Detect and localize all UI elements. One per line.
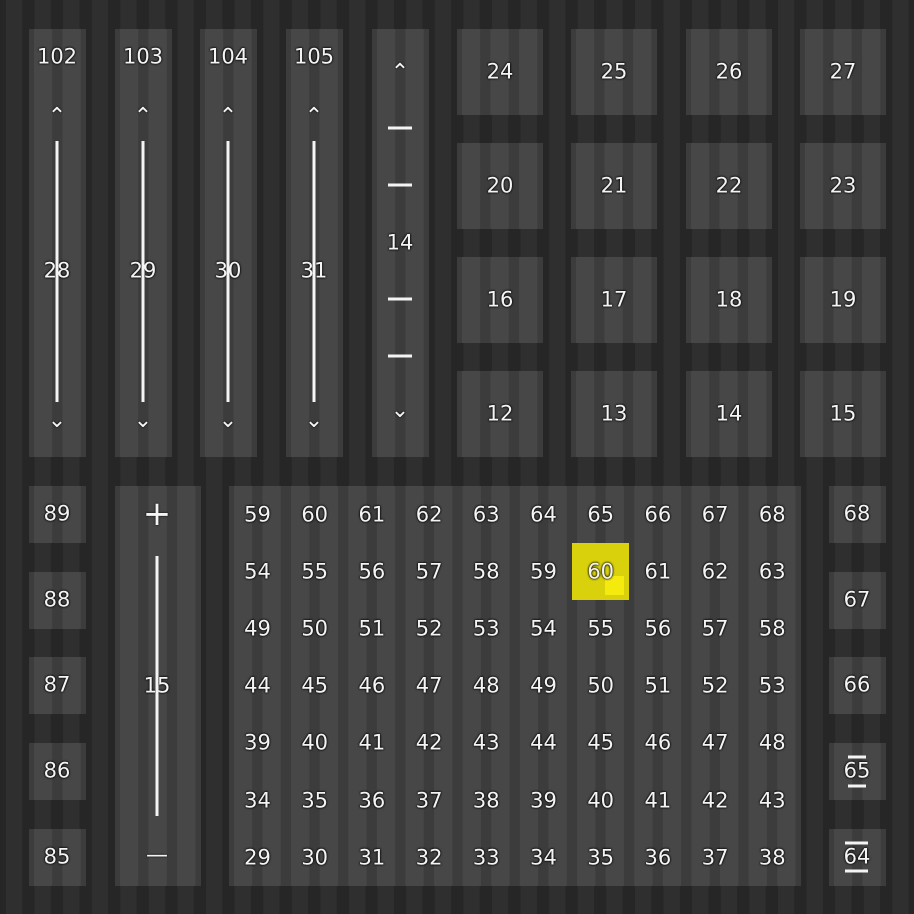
game-board: 102 ⌃ 28 ⌄ 103 ⌃ 29 ⌄ 104 ⌃ 30 ⌄ 105 ⌃ 3… [0,0,914,914]
slider-tracks [55,126,868,873]
